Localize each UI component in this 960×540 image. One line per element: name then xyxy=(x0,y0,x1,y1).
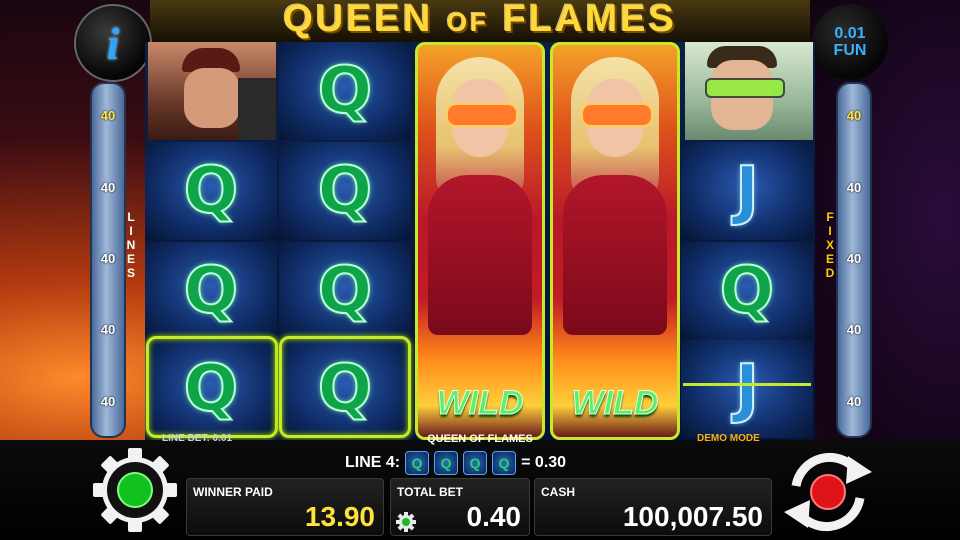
fun-label: FUN xyxy=(833,42,867,59)
win-line-info: LINE 4: Q Q Q Q = 0.30 xyxy=(345,451,566,475)
total-bet-label: TOTAL BET xyxy=(397,485,463,499)
line-number[interactable]: 40 xyxy=(838,180,870,195)
line-number[interactable]: 40 xyxy=(92,108,124,123)
winner-paid-value: 13.90 xyxy=(304,501,375,532)
cash-panel: CASH 100,007.50 xyxy=(534,478,772,536)
winning-symbol-frame xyxy=(146,336,278,438)
game-title: QUEEN OF FLAMES xyxy=(283,0,677,40)
line-bet-label: LINE BET: 0.01 xyxy=(162,433,233,444)
scientist-portrait-symbol xyxy=(685,42,813,140)
fun-amount: 0.01 xyxy=(834,25,866,42)
cash-label: CASH xyxy=(541,485,576,499)
q-symbol: Q xyxy=(681,242,813,340)
line-number[interactable]: 40 xyxy=(838,251,870,266)
line-number[interactable]: 40 xyxy=(838,108,870,123)
q-symbol: Q xyxy=(279,242,411,340)
wild-expanded-symbol: WILD xyxy=(550,42,680,440)
mini-q-symbol: Q xyxy=(463,451,488,475)
info-icon: i xyxy=(106,17,120,69)
lines-vertical-label: LINES xyxy=(126,210,136,280)
winning-symbol-frame xyxy=(279,336,411,438)
lines-column-left: 40 40 40 40 40 xyxy=(90,82,126,438)
reel-area: Q Q Q Q Q Q Q WILD WILD J Q J xyxy=(145,42,815,440)
line-number[interactable]: 40 xyxy=(92,251,124,266)
line-number[interactable]: 40 xyxy=(92,180,124,195)
j-symbol: J xyxy=(681,142,813,240)
j-symbol: J xyxy=(681,340,813,438)
fixed-vertical-label: FIXED xyxy=(825,210,835,280)
mini-q-symbol: Q xyxy=(405,451,430,475)
game-name-strip: QUEEN OF FLAMES xyxy=(427,433,533,445)
wild-label: WILD xyxy=(571,384,659,423)
win-line-result: = 0.30 xyxy=(521,454,567,471)
q-symbol: Q xyxy=(145,242,277,340)
settings-gear-icon[interactable] xyxy=(90,445,180,535)
win-line-label: LINE 4: xyxy=(345,454,401,471)
villain-portrait-symbol xyxy=(148,42,276,140)
fun-currency-badge: 0.01 FUN xyxy=(812,4,888,80)
q-symbol: Q xyxy=(279,42,411,140)
line-number[interactable]: 40 xyxy=(838,322,870,337)
line-number[interactable]: 40 xyxy=(838,394,870,409)
wild-label: WILD xyxy=(436,384,524,423)
winner-paid-panel: WINNER PAID 13.90 xyxy=(186,478,384,536)
mini-q-symbol: Q xyxy=(434,451,459,475)
info-button[interactable]: i xyxy=(74,4,152,82)
total-bet-value: 0.40 xyxy=(466,501,522,532)
demo-mode-label: DEMO MODE xyxy=(697,433,760,444)
line-number[interactable]: 40 xyxy=(92,394,124,409)
q-symbol: Q xyxy=(145,142,277,240)
mini-q-symbol: Q xyxy=(492,451,517,475)
small-gear-icon[interactable] xyxy=(396,512,416,532)
lines-column-right: 40 40 40 40 40 xyxy=(836,82,872,438)
spin-arrows-icon[interactable] xyxy=(778,446,878,538)
winner-paid-label: WINNER PAID xyxy=(193,485,273,499)
q-symbol: Q xyxy=(279,142,411,240)
win-line-connector xyxy=(683,383,811,386)
wild-expanded-symbol: WILD xyxy=(415,42,545,440)
line-number[interactable]: 40 xyxy=(92,322,124,337)
cash-value: 100,007.50 xyxy=(622,501,763,532)
